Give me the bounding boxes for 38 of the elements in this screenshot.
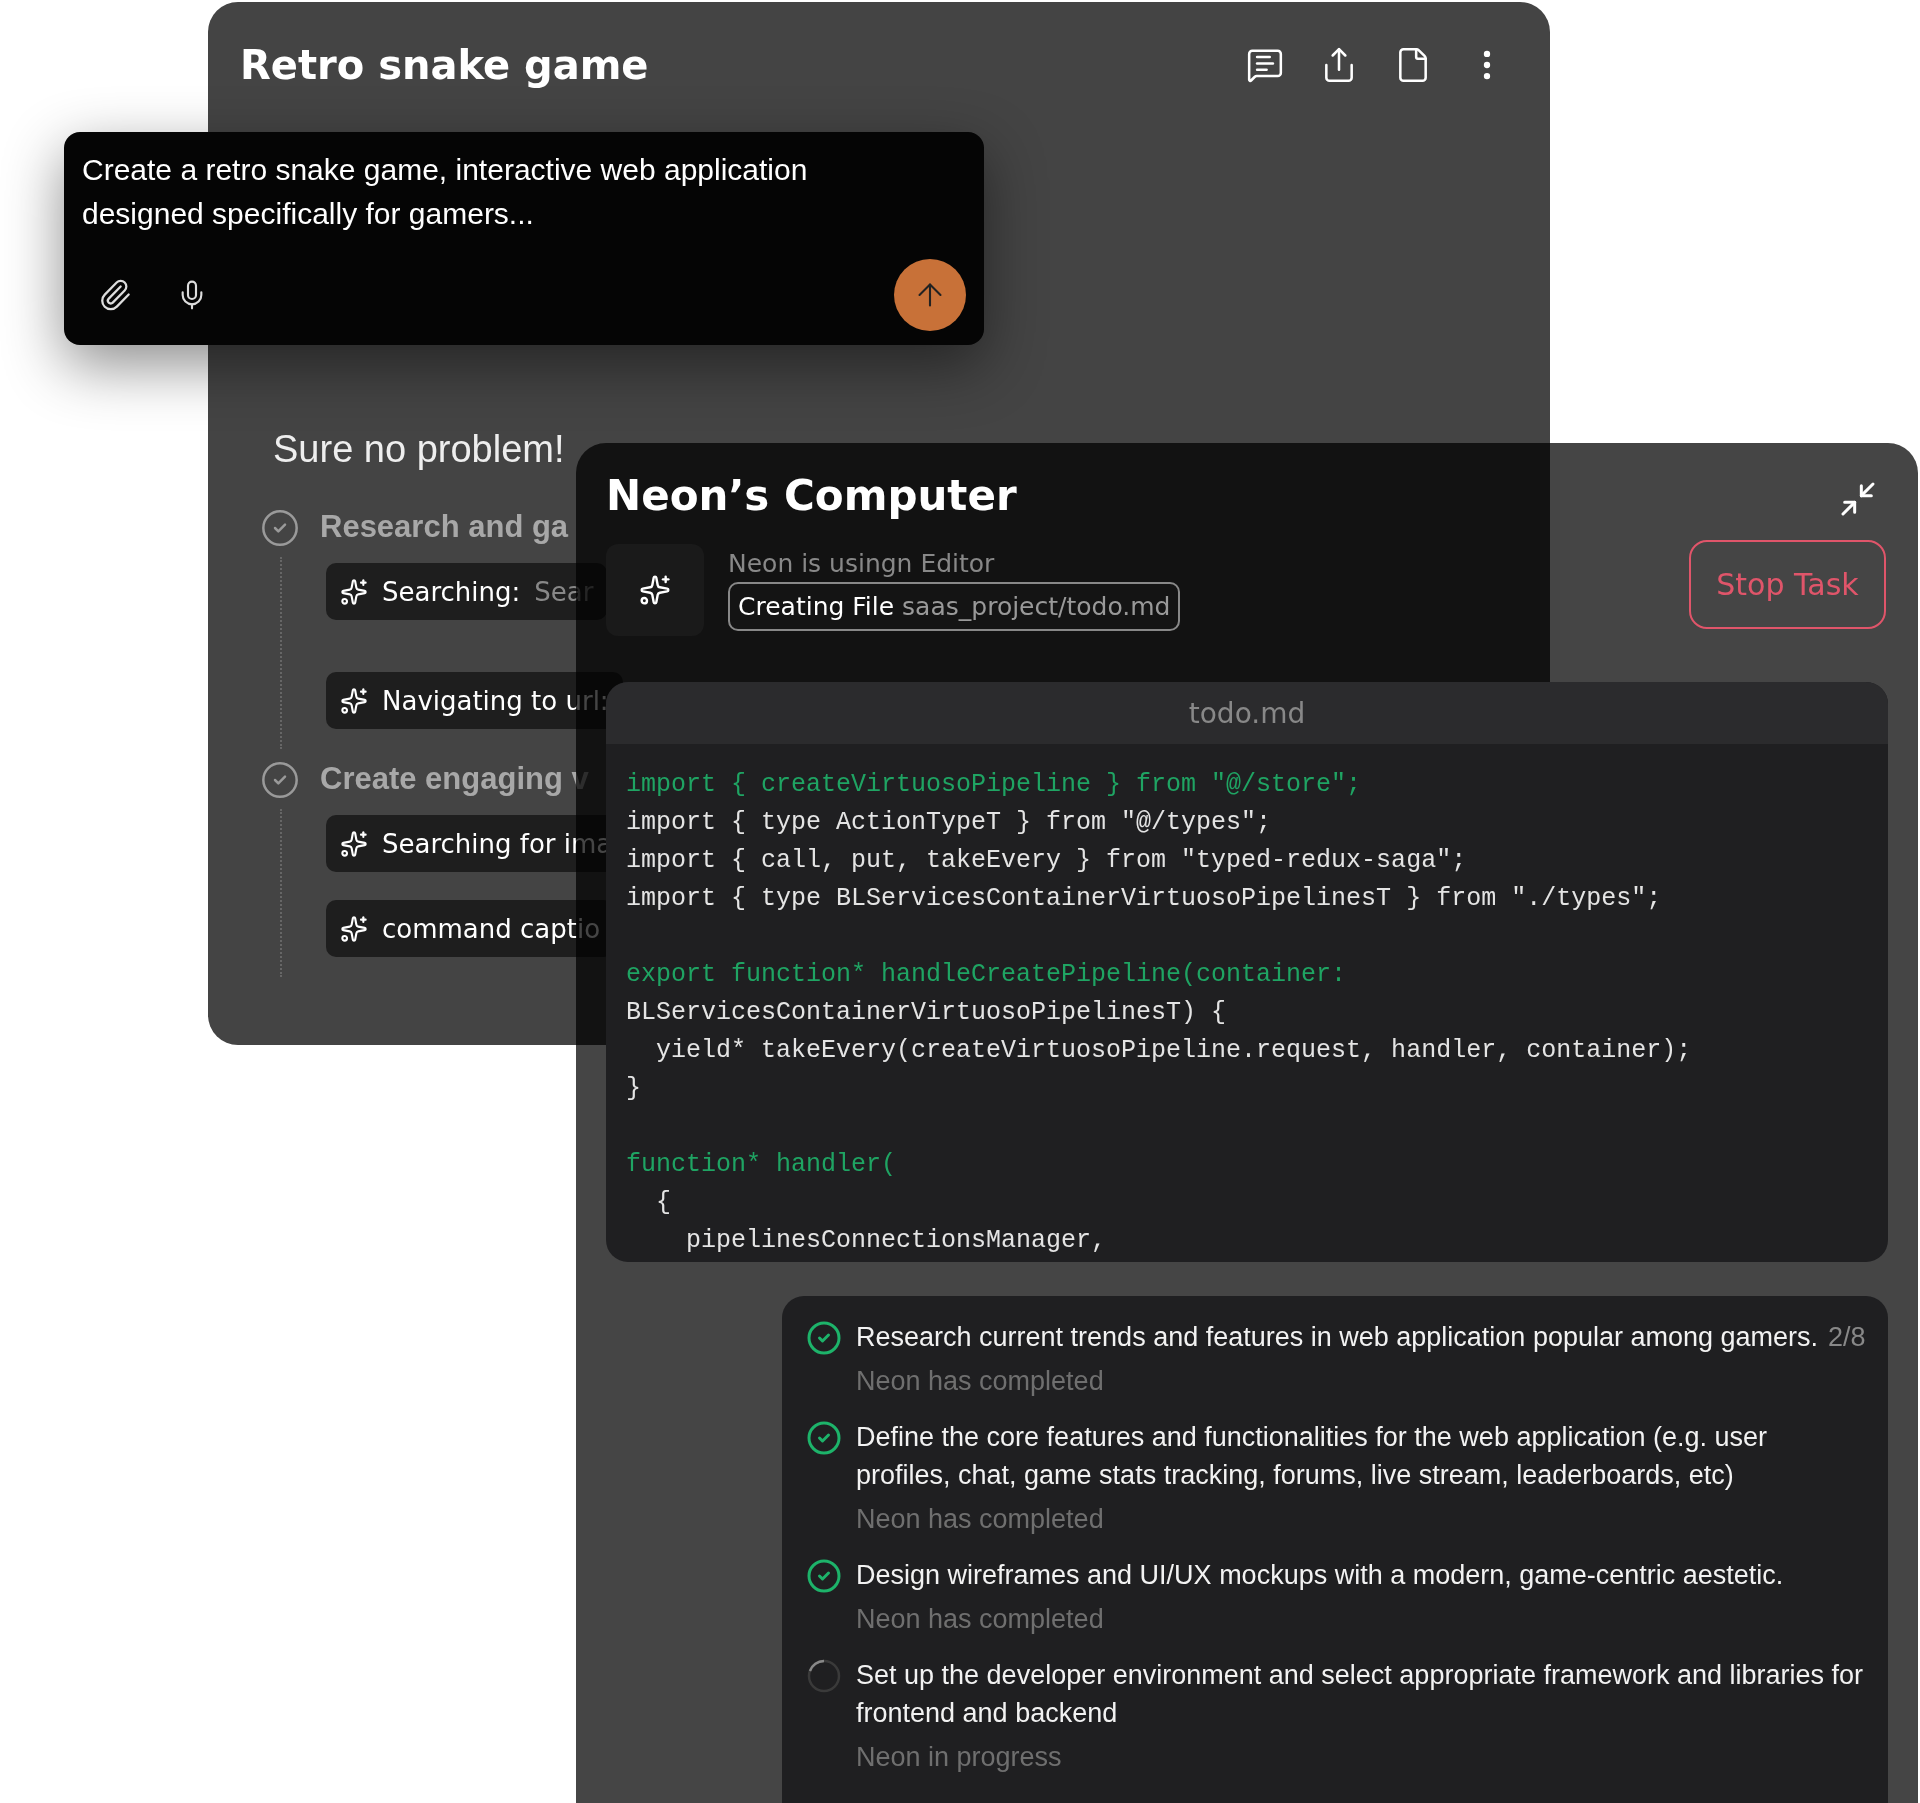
action-label: command captio — [382, 913, 601, 944]
sparkle-icon — [340, 829, 368, 858]
sparkle-icon — [340, 577, 368, 606]
code-line: import { type ActionTypeT } from "@/types"; — [626, 807, 1273, 839]
action-label: Searching: — [382, 576, 521, 607]
task-title: Research current trends and features in web application popular among gamers. 2/8 — [856, 1321, 1866, 1354]
code-line: BLServicesContainerVirtuosoPipelinesT) { — [626, 997, 1228, 1029]
step-title: Research and ga — [320, 509, 569, 545]
reply-text: Sure no problem! — [273, 428, 566, 471]
task-status: Neon has completed — [856, 1603, 1105, 1636]
task-status: Neon has completed — [856, 1503, 1105, 1536]
sparkle-icon — [340, 686, 368, 715]
code-line: import { call, put, takeEvery } from "typed-redux-saga"; — [626, 845, 1468, 877]
code-line: import { type BLServicesContainerVirtuosoPipelinesT } from "./types"; — [626, 883, 1663, 915]
code-line: yield* takeEvery(createVirtuosoPipeline.request, handler, container); — [655, 1035, 1693, 1067]
message-icon[interactable] — [1246, 46, 1284, 84]
code-line: import { createVirtuosoPipeline } from "@/store"; — [626, 769, 1363, 801]
code-line: { — [655, 1187, 672, 1219]
task-status: Neon in progress — [856, 1741, 1063, 1774]
activity-caption: Neon is usingn Editor — [728, 549, 996, 578]
task-status: Neon has completed — [856, 1365, 1105, 1398]
file-action-tag: Creating File saas_project/todo.md — [728, 582, 1181, 631]
task-title: Define the core features and functionalities for the web application (e.g. user profiles, chat, game stats tracking, forums, live stream, leaderboards, etc) — [856, 1421, 1769, 1492]
action-label: Navigating to url: — [382, 685, 609, 716]
prompt-box[interactable]: Create a retro snake game, interactive web application designed specifically for gamers... — [64, 132, 984, 345]
code-line: export function* handleCreatePipeline(container: — [626, 959, 1348, 991]
step-title: Create engaging v — [320, 761, 589, 797]
panel-title: Neon’s Computer — [606, 471, 1017, 520]
sparkle-icon — [340, 914, 368, 943]
window-title: Retro snake game — [240, 42, 649, 88]
code-line: function* handler( — [626, 1149, 898, 1181]
prompt-text: Create a retro snake game, interactive web application designed specifically for gamers... — [82, 152, 809, 232]
code-line: } — [626, 1073, 642, 1105]
sparkle-icon — [639, 574, 671, 606]
task-title: Set up the developer environment and select appropriate framework and libraries for frontend and backend — [856, 1659, 1865, 1730]
code-line: pipelinesConnectionsManager, — [685, 1225, 1108, 1257]
paperclip-icon[interactable] — [98, 278, 132, 312]
task-title: Design wireframes and UI/UX mockups with a modern, game-centric aestetic. — [856, 1559, 1784, 1592]
